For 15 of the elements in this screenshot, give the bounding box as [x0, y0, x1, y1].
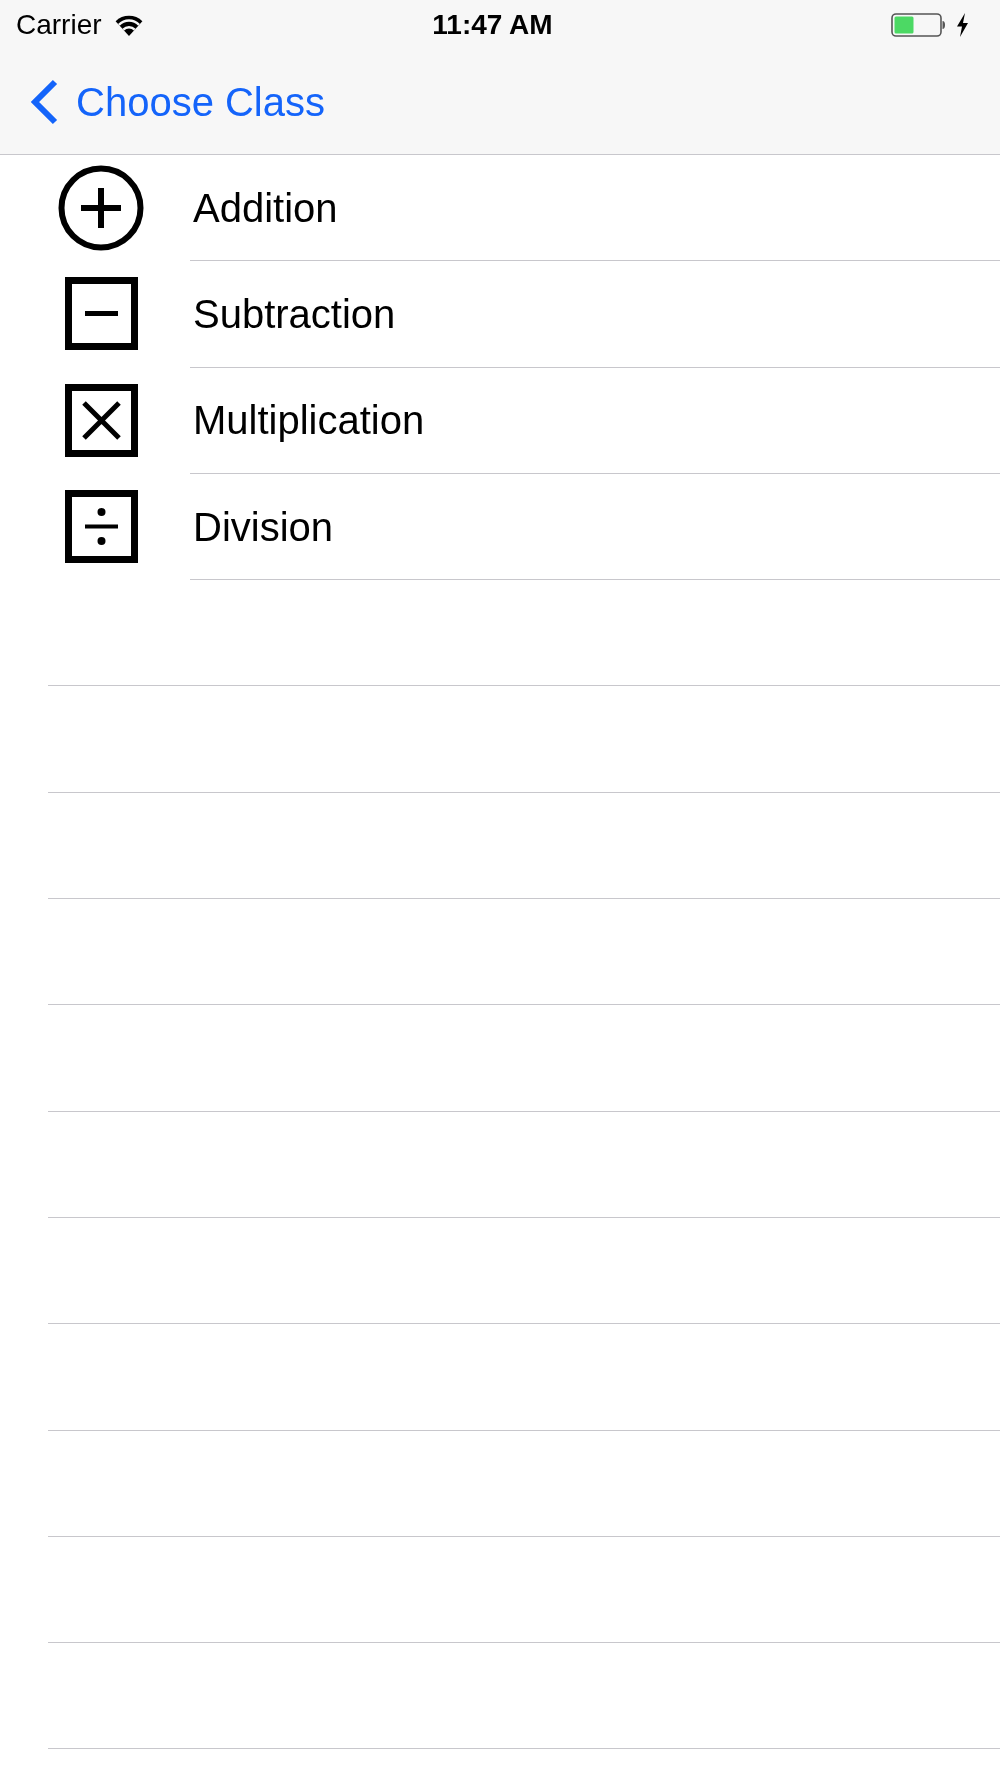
back-button[interactable]: Choose Class: [30, 78, 325, 126]
list-item[interactable]: Subtraction: [0, 261, 1000, 367]
minus-square-icon: [64, 277, 138, 351]
list-item[interactable]: Addition: [0, 155, 1000, 261]
carrier-label: Carrier: [16, 8, 102, 42]
wifi-icon: [114, 14, 143, 36]
lightning-bolt-icon: [956, 13, 969, 37]
list-item[interactable]: Division: [0, 473, 1000, 580]
divide-square-icon: [64, 490, 138, 564]
plus-circle-icon: [58, 164, 144, 251]
multiply-square-icon: [64, 383, 138, 457]
clock-label: 11:47 AM: [432, 8, 553, 42]
battery-icon: [891, 13, 946, 37]
list-item[interactable]: Multiplication: [0, 367, 1000, 473]
chevron-left-icon: [30, 79, 59, 125]
